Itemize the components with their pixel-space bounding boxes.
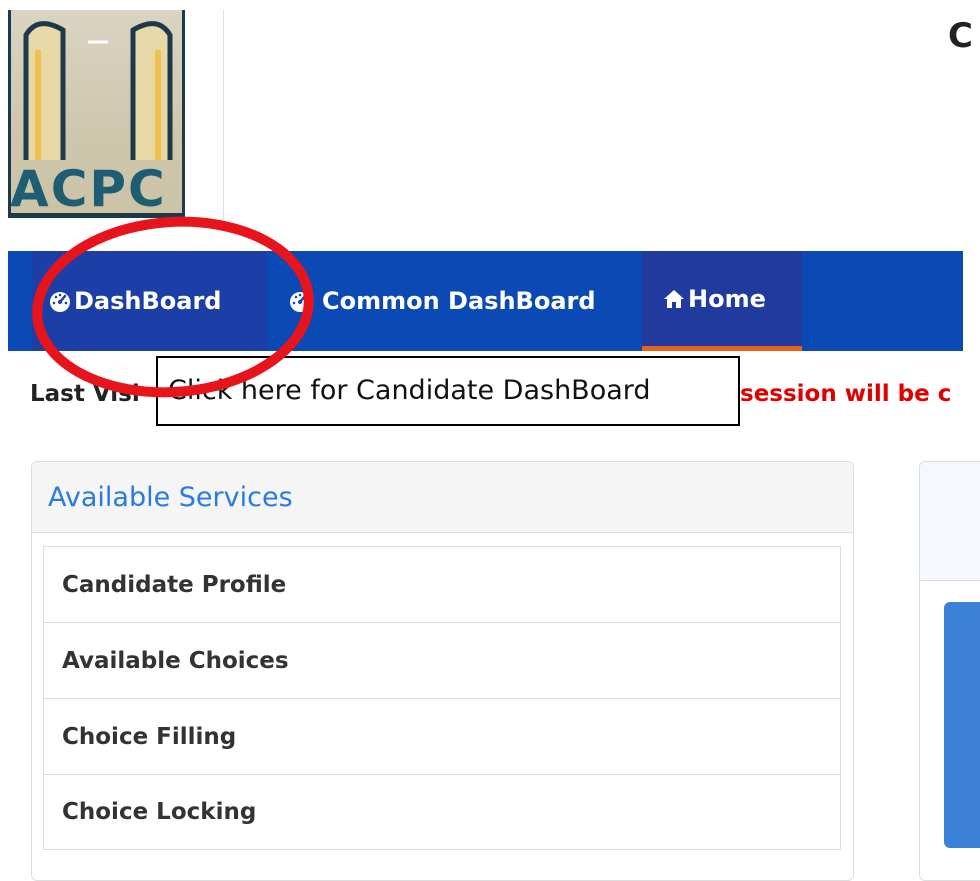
nav-home[interactable]: Home [642,251,802,351]
home-icon [664,289,684,308]
session-warning-text: session will be c [740,381,952,407]
nav-dashboard[interactable]: DashBoard [32,251,267,351]
service-choice-filling[interactable]: Choice Filling [43,698,841,774]
main-navbar: DashBoard Common DashBoard Home [8,251,963,351]
header-divider [223,10,224,230]
right-panel-heading [920,462,980,581]
right-blue-card [944,602,980,848]
logo-text: ACPC [10,160,167,218]
service-list: Candidate Profile Available Choices Choi… [43,546,841,850]
service-available-choices[interactable]: Available Choices [43,622,841,698]
header-title: C [948,16,973,56]
right-panel [919,461,980,881]
panel-heading: Available Services [32,462,853,533]
nav-common-dashboard-label: Common DashBoard [322,287,596,315]
available-services-panel: Available Services Candidate Profile Ava… [31,461,854,881]
last-visited-text: Last Visi [30,381,140,407]
service-candidate-profile[interactable]: Candidate Profile [43,546,841,622]
service-choice-locking[interactable]: Choice Locking [43,774,841,850]
nav-home-label: Home [688,284,766,313]
nav-dashboard-label: DashBoard [74,287,222,315]
dashboard-tooltip: Click here for Candidate DashBoard [156,356,740,426]
dashboard-icon [290,292,310,312]
acpc-logo: ACPC [8,10,185,218]
dashboard-icon [50,292,70,312]
nav-common-dashboard[interactable]: Common DashBoard [288,251,596,351]
